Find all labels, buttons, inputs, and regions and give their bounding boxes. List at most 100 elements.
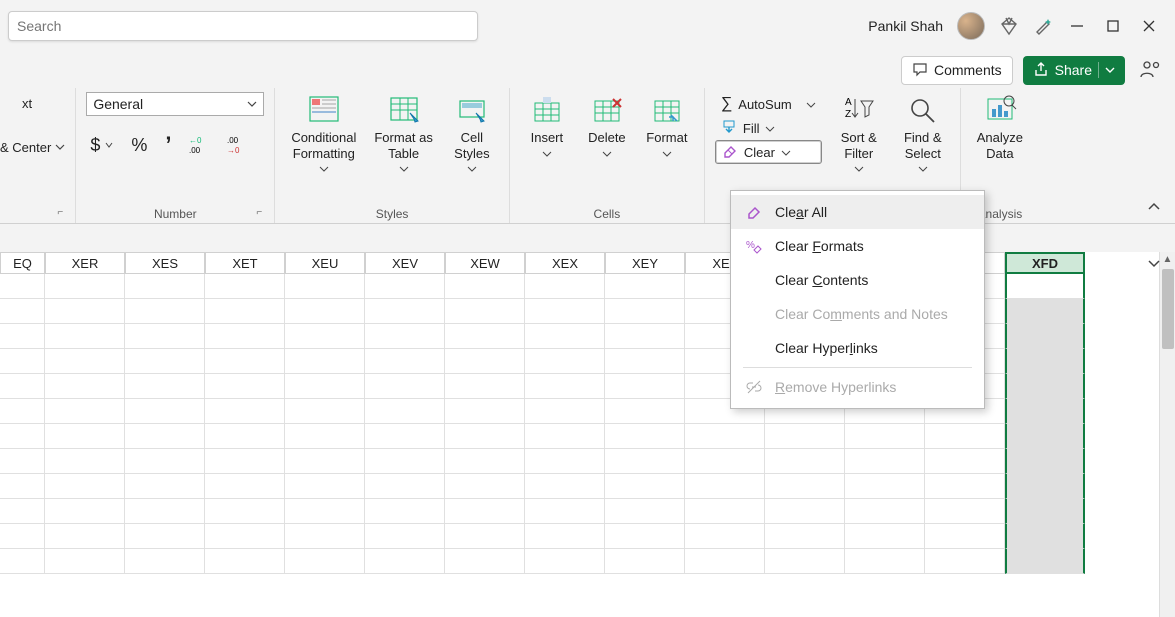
share-button[interactable]: Share [1023,56,1125,85]
cell[interactable] [445,374,525,399]
cell[interactable] [845,499,925,524]
cell[interactable] [285,449,365,474]
cell[interactable] [1005,349,1085,374]
cell[interactable] [285,349,365,374]
cell[interactable] [125,474,205,499]
autosum-button[interactable]: ∑ AutoSum [715,92,822,116]
cell[interactable] [365,524,445,549]
cell[interactable] [125,274,205,299]
wrap-text-button[interactable]: xt [0,92,54,114]
cell[interactable] [285,274,365,299]
cell[interactable] [525,524,605,549]
cell[interactable] [45,474,125,499]
cell[interactable] [445,274,525,299]
cell[interactable] [0,324,45,349]
cell[interactable] [0,524,45,549]
cell[interactable] [365,449,445,474]
comments-button[interactable]: Comments [901,56,1013,85]
cell[interactable] [205,524,285,549]
menu-clear-contents[interactable]: Clear Contents [731,263,984,297]
cell[interactable] [0,449,45,474]
scroll-up-icon[interactable]: ▲ [1160,252,1175,267]
cell[interactable] [525,399,605,424]
cell[interactable] [45,424,125,449]
cell[interactable] [45,524,125,549]
cell[interactable] [125,349,205,374]
cell[interactable] [45,499,125,524]
cell[interactable] [365,424,445,449]
cell[interactable] [845,524,925,549]
cell[interactable] [125,399,205,424]
formula-bar-collapse-button[interactable] [1147,256,1161,273]
grid[interactable] [0,274,1175,574]
cell[interactable] [285,549,365,574]
cell[interactable] [285,499,365,524]
cell[interactable] [605,449,685,474]
cell[interactable] [925,524,1005,549]
column-header[interactable]: XES [125,252,205,274]
cell[interactable] [845,549,925,574]
cell[interactable] [1005,524,1085,549]
column-header[interactable]: XEX [525,252,605,274]
merge-center-button[interactable]: & Center [0,140,65,155]
cell[interactable] [205,274,285,299]
cell[interactable] [285,524,365,549]
cell[interactable] [445,324,525,349]
cell[interactable] [285,324,365,349]
scroll-thumb[interactable] [1162,269,1174,349]
menu-clear-formats[interactable]: % Clear Formats [731,229,984,263]
dialog-launcher-icon[interactable]: ⌐ [57,207,71,221]
cell[interactable] [285,424,365,449]
cell[interactable] [765,499,845,524]
cell[interactable] [605,474,685,499]
ribbon-collapse-button[interactable] [1147,200,1161,217]
cell[interactable] [1005,274,1085,299]
cell[interactable] [445,449,525,474]
cell[interactable] [685,424,765,449]
cell[interactable] [605,324,685,349]
column-header[interactable]: XER [45,252,125,274]
column-header[interactable]: XEV [365,252,445,274]
cell[interactable] [605,424,685,449]
cell[interactable] [1005,474,1085,499]
dialog-launcher-icon[interactable]: ⌐ [256,207,270,221]
cell[interactable] [685,524,765,549]
cell[interactable] [845,474,925,499]
cell[interactable] [205,549,285,574]
cell[interactable] [285,474,365,499]
cell[interactable] [1005,499,1085,524]
cell[interactable] [605,299,685,324]
cell[interactable] [1005,399,1085,424]
cell[interactable] [125,324,205,349]
cell[interactable] [525,474,605,499]
cell[interactable] [0,374,45,399]
cell[interactable] [765,424,845,449]
insert-button[interactable]: Insert [520,92,574,163]
conditional-formatting-button[interactable]: Conditional Formatting [285,92,362,178]
cell[interactable] [0,549,45,574]
cell[interactable] [125,524,205,549]
diamond-icon[interactable] [999,16,1019,36]
comma-button[interactable]: ’ [161,130,175,160]
cell[interactable] [605,524,685,549]
cell[interactable] [205,424,285,449]
cell[interactable] [365,324,445,349]
cell[interactable] [205,324,285,349]
cell[interactable] [445,499,525,524]
minimize-button[interactable] [1059,8,1095,44]
cell[interactable] [285,374,365,399]
cell[interactable] [45,399,125,424]
cell[interactable] [525,499,605,524]
cell[interactable] [845,449,925,474]
decrease-decimal-button[interactable]: .00→0 [223,134,251,156]
cell[interactable] [205,299,285,324]
cell[interactable] [525,349,605,374]
cell[interactable] [445,549,525,574]
cell[interactable] [45,299,125,324]
column-header[interactable]: XFD [1005,252,1085,274]
cell[interactable] [925,474,1005,499]
cell[interactable] [365,399,445,424]
cell[interactable] [45,374,125,399]
vertical-scrollbar[interactable]: ▲ [1159,252,1175,617]
menu-clear-hyperlinks[interactable]: Clear Hyperlinks [731,331,984,365]
